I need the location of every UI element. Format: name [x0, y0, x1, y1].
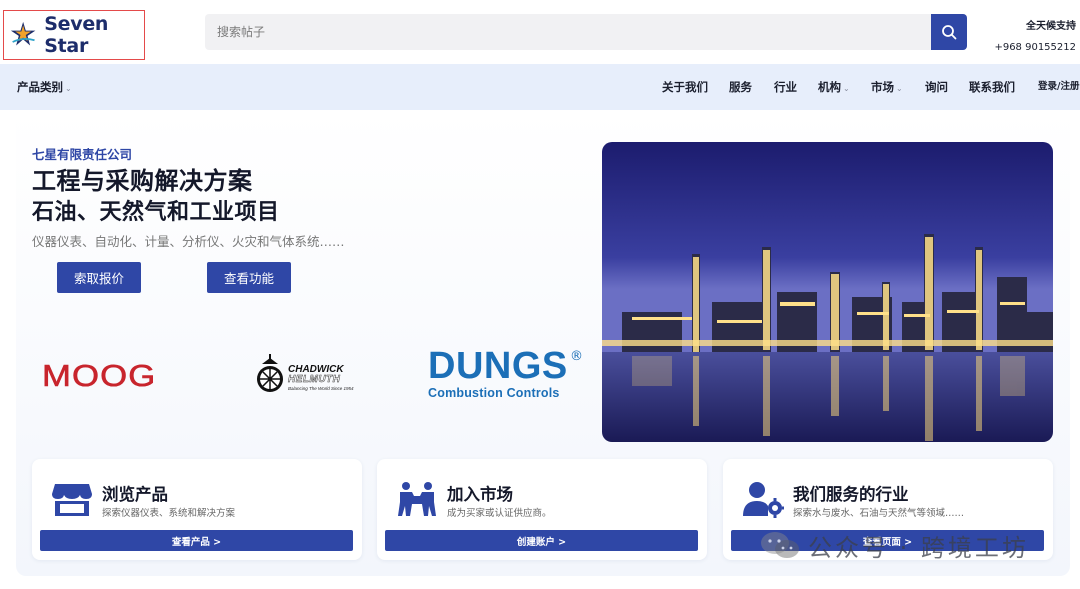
search-bar [205, 14, 967, 50]
request-quote-button[interactable]: 索取报价 [57, 262, 141, 293]
dungs-name: DUNGS [428, 345, 568, 387]
nav-label: 机构 [818, 80, 841, 94]
card-title: 我们服务的行业 [793, 485, 909, 504]
card-title: 浏览产品 [102, 485, 168, 504]
search-input[interactable] [205, 14, 931, 50]
chadwick-tagline: Balancing The World Since 1954 [288, 386, 354, 391]
watermark-text: 公众号 · 跨境工坊 [808, 533, 1029, 562]
card-title: 加入市场 [447, 485, 513, 504]
dungs-logo: DUNGS ® Combustion Controls [428, 345, 583, 400]
chevron-down-icon: ⌄ [65, 84, 72, 93]
create-account-button[interactable]: 创建账户 > [385, 530, 698, 551]
card-browse-products: 浏览产品 探索仪器仪表、系统和解决方案 查看产品 > [32, 459, 362, 560]
chevron-down-icon: ⌄ [896, 84, 903, 93]
dungs-subtitle: Combustion Controls [428, 386, 560, 400]
nav-label: 服务 [729, 80, 752, 94]
nav-label: 产品类别 [17, 80, 63, 94]
moog-logo: MOOG [42, 358, 157, 394]
view-products-button[interactable]: 查看产品 > [40, 530, 353, 551]
nav-label: 登录/注册 [1038, 81, 1080, 92]
nav-label: 行业 [774, 80, 797, 94]
card-description: 探索水与废水、石油与天然气等领域…… [793, 508, 965, 519]
support-label: 全天候支持 [1026, 21, 1076, 32]
site-header: Seven Star 全天候支持 +968 90155212 [0, 0, 1080, 64]
hero-title: 工程与采购解决方案 [32, 167, 253, 195]
nav-services[interactable]: 服务 [729, 64, 752, 110]
refinery-illustration [602, 142, 1053, 442]
chadwick-helmuth-logo: CHADWICK HELMUTH Balancing The World Sin… [254, 353, 369, 395]
support-phone[interactable]: +968 90155212 [994, 37, 1076, 58]
main-nav: 产品类别 ⌄ 关于我们 服务 行业 机构 ⌄ 市场 ⌄ 询问 联系我们 登录/注册 [0, 64, 1080, 110]
wechat-icon [761, 532, 799, 558]
registered-mark: ® [570, 349, 583, 364]
refinery-night-photo [602, 142, 1053, 442]
nav-about[interactable]: 关于我们 [662, 64, 708, 110]
store-icon [52, 484, 92, 516]
nav-label: 市场 [871, 80, 894, 94]
nav-market[interactable]: 市场 ⌄ [871, 64, 903, 110]
chevron-down-icon: ⌄ [843, 84, 850, 93]
view-features-button[interactable]: 查看功能 [207, 262, 291, 293]
wechat-watermark: 公众号 · 跨境工坊 [760, 528, 1029, 562]
star-logo-icon [10, 21, 36, 46]
nav-product-categories[interactable]: 产品类别 ⌄ [17, 64, 72, 110]
nav-login[interactable]: 登录/注册 [1038, 64, 1079, 110]
hero-description: 仪器仪表、自动化、计量、分析仪、火灾和气体系统…… [32, 234, 345, 249]
card-description: 成为买家或认证供应商。 [447, 508, 552, 519]
hero-subtitle: 石油、天然气和工业项目 [32, 200, 280, 225]
user-gear-icon [743, 482, 784, 518]
nav-industries[interactable]: 行业 [774, 64, 797, 110]
handshake-people-icon [398, 482, 436, 516]
support-info: 全天候支持 +968 90155212 [994, 16, 1076, 58]
card-join-market: 加入市场 成为买家或认证供应商。 创建账户 > [377, 459, 707, 560]
logo-text: Seven Star [44, 13, 109, 57]
card-description: 探索仪器仪表、系统和解决方案 [102, 508, 236, 519]
chadwick-line2: HELMUTH [288, 374, 341, 385]
nav-organizations[interactable]: 机构 ⌄ [818, 64, 850, 110]
nav-label: 询问 [925, 80, 948, 94]
nav-label: 关于我们 [662, 80, 708, 94]
nav-contact[interactable]: 联系我们 [969, 64, 1015, 110]
nav-inquiry[interactable]: 询问 [925, 64, 948, 110]
chadwick-emblem-icon [257, 354, 283, 392]
search-icon [942, 25, 957, 40]
nav-label: 联系我们 [969, 80, 1015, 94]
search-button[interactable] [931, 14, 967, 50]
seven-star-logo[interactable]: Seven Star [3, 10, 145, 60]
